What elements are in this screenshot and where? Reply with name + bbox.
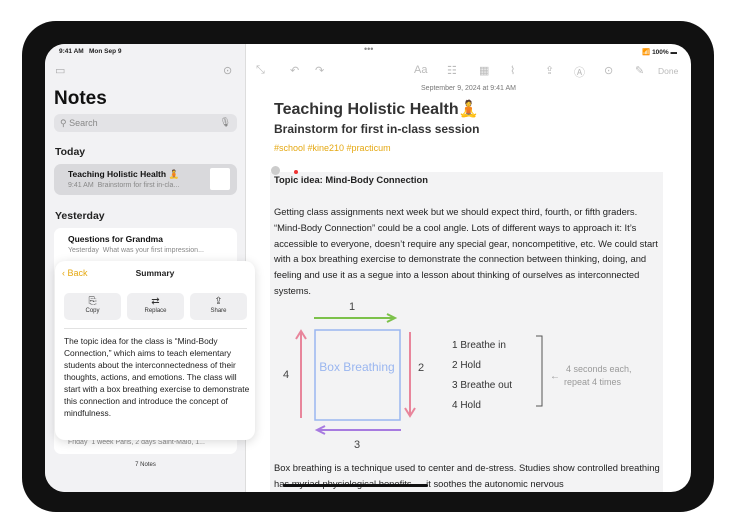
replace-button[interactable]: ⇄ Replace: [127, 293, 184, 320]
resize-icon[interactable]: ⤡: [256, 64, 265, 77]
format-icon[interactable]: Aa: [414, 64, 427, 76]
status-time: 9:41 AM: [59, 48, 84, 55]
list-item[interactable]: Teaching Holistic Health 🧘 9:41 AM Brain…: [54, 164, 237, 195]
copy-button[interactable]: ⎘ Copy: [64, 293, 121, 320]
more-icon[interactable]: ⊙: [604, 64, 613, 77]
arrow-left-icon: ←: [550, 371, 560, 382]
topic-heading: Topic idea: Mind-Body Connection: [274, 174, 428, 185]
step-1: 1 Breathe in: [452, 340, 506, 351]
compose-icon[interactable]: ✎: [635, 64, 644, 77]
page-title: Notes: [54, 88, 107, 109]
sketch-note-2: repeat 4 times: [564, 377, 622, 387]
screen: 9:41 AM Mon Sep 9 ▭ ⊙ Notes ⚲ Search 🎙 To…: [45, 44, 691, 492]
summary-popover: ‹ Back Summary ⎘ Copy ⇄ Replace ⇪ Share The…: [55, 261, 255, 440]
share-icon: ⇪: [214, 296, 223, 307]
note-date: September 9, 2024 at 9:41 AM: [421, 85, 516, 92]
attachment-icon[interactable]: ⌇: [510, 64, 515, 77]
battery-status: 📶 100% ▬: [642, 49, 677, 56]
note-subtitle: Brainstorm for first in-class session: [274, 122, 480, 136]
done-button[interactable]: Done: [658, 66, 678, 76]
section-today: Today: [55, 146, 86, 158]
table-icon[interactable]: ▦: [479, 64, 489, 77]
multitasking-dots-icon[interactable]: •••: [364, 44, 373, 54]
sketch-label-3: 3: [354, 439, 360, 451]
share-label: Share: [210, 308, 227, 314]
box-breathing-sketch: 1 Box Breathing 2 3 4 1 Breathe in 2 Hol…: [283, 301, 632, 451]
note-preview: 1 week Paris, 2 days Saint-Malo, 1...: [91, 439, 205, 446]
checklist-icon[interactable]: ☷: [447, 64, 457, 77]
microphone-icon[interactable]: 🎙: [220, 117, 231, 128]
copy-icon: ⎘: [88, 296, 97, 307]
step-4: 4 Hold: [452, 400, 481, 411]
note-time: Friday: [68, 439, 88, 446]
divider: [64, 328, 247, 329]
paragraph: Getting class assignments next week but …: [274, 206, 658, 296]
step-3: 3 Breathe out: [452, 380, 512, 391]
notes-count: 7 Notes: [135, 462, 156, 468]
sketch-label-4: 4: [283, 369, 289, 381]
note-title: Teaching Holistic Health🧘: [274, 101, 479, 118]
status-date: Mon Sep 9: [89, 48, 122, 55]
more-icon[interactable]: ⊙: [223, 64, 232, 77]
undo-icon[interactable]: ↶: [290, 64, 299, 77]
box-label: Box Breathing: [319, 360, 394, 374]
copy-label: Copy: [85, 308, 100, 314]
step-2: 2 Hold: [452, 360, 481, 371]
redo-icon[interactable]: ↷: [315, 64, 324, 77]
share-button[interactable]: ⇪ Share: [190, 293, 247, 320]
box-label-text: Box Breathing: [319, 360, 394, 374]
note-time: 9:41 AM: [68, 182, 94, 189]
summary-text: The topic idea for the class is “Mind-Bo…: [64, 336, 250, 418]
note-editor: ••• 📶 100% ▬ ⤡ ↶ ↷ Aa ☷ ▦ ⌇ ⇪ Ⓐ ⊙ ✎ Done…: [246, 44, 691, 492]
share-icon[interactable]: ⇪: [545, 64, 554, 77]
markup-icon[interactable]: Ⓐ: [574, 64, 585, 80]
sidebar-toggle-icon[interactable]: ▭: [55, 64, 65, 77]
battery-level: 100%: [652, 49, 669, 56]
box-drawing: [314, 329, 401, 421]
note-title: Teaching Holistic Health 🧘: [68, 169, 180, 179]
sketch-label-2: 2: [418, 362, 424, 374]
note-preview: What was your first impression...: [102, 247, 204, 254]
replace-label: Replace: [144, 308, 167, 314]
bracket: [536, 335, 543, 407]
home-indicator: [283, 484, 428, 487]
popover-title: Summary: [135, 268, 175, 278]
search-icon: ⚲: [60, 118, 70, 128]
note-thumbnail: [210, 168, 230, 190]
note-title[interactable]: Questions for Grandma: [68, 234, 163, 244]
note-tags[interactable]: #school #kine210 #practicum: [274, 143, 391, 153]
note-time: Yesterday: [68, 247, 99, 254]
section-yesterday: Yesterday: [55, 210, 105, 222]
note-preview: Brainstorm for first in-cla...: [97, 182, 180, 189]
search-input[interactable]: ⚲ Search 🎙: [54, 114, 237, 132]
sketch-note-1: 4 seconds each,: [566, 364, 632, 374]
replace-icon: ⇄: [151, 296, 160, 307]
sketch-label-1: 1: [349, 301, 355, 313]
